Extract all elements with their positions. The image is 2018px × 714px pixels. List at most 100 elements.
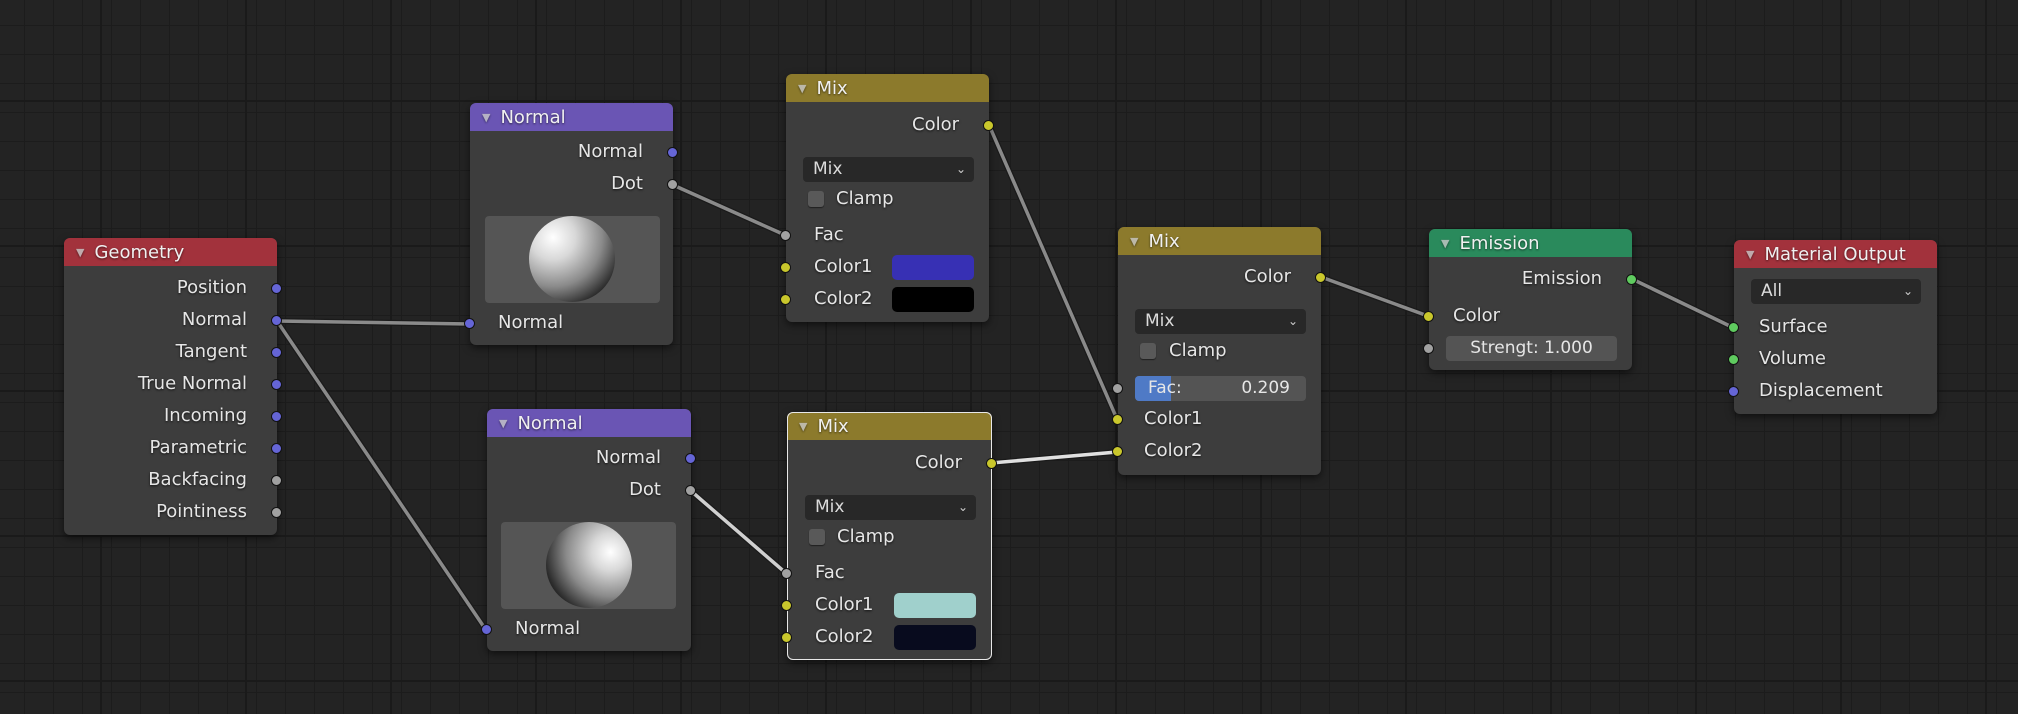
- clamp-checkbox[interactable]: [1140, 343, 1156, 359]
- fac-slider[interactable]: Fac: 0.209: [1135, 376, 1306, 401]
- blend-type-value: Mix: [1145, 311, 1175, 331]
- collapse-triangle-icon[interactable]: ▼: [1441, 237, 1449, 250]
- link-mix-top-color-to-mix-middle-color1[interactable]: [987, 123, 1119, 421]
- socket-position[interactable]: [271, 283, 282, 294]
- color1-swatch[interactable]: [892, 255, 974, 280]
- socket-fac-in[interactable]: [1112, 383, 1123, 394]
- target-dropdown[interactable]: All ⌄: [1751, 279, 1921, 304]
- socket-strength-in[interactable]: [1423, 343, 1434, 354]
- normal-direction-preview[interactable]: [485, 216, 660, 303]
- socket-surface-in[interactable]: [1728, 322, 1739, 333]
- link-normal-bottom-dot-to-mix-bottom-fac[interactable]: [688, 488, 790, 577]
- link-normal-bottom-dot-to-mix-bottom-fac[interactable]: [689, 489, 789, 576]
- socket-fac-in[interactable]: [781, 568, 792, 579]
- link-normal-top-dot-to-mix-top-fac[interactable]: [670, 182, 788, 238]
- link-mix-middle-color-to-emission-color[interactable]: [1318, 274, 1431, 319]
- socket-displacement-in[interactable]: [1728, 386, 1739, 397]
- normal-sphere-widget[interactable]: [529, 216, 615, 302]
- strength-field[interactable]: Strengt: 1.000: [1446, 336, 1617, 361]
- socket-normal-out[interactable]: [685, 453, 696, 464]
- socket-color-out[interactable]: [983, 120, 994, 131]
- collapse-triangle-icon[interactable]: ▼: [1130, 235, 1138, 248]
- color2-swatch[interactable]: [892, 287, 974, 312]
- link-mix-bottom-color-to-mix-middle-color2[interactable]: [988, 449, 1120, 466]
- link-mix-bottom-color-to-mix-middle-color2[interactable]: [989, 450, 1119, 465]
- socket-color2-in[interactable]: [781, 632, 792, 643]
- collapse-triangle-icon[interactable]: ▼: [76, 246, 84, 259]
- socket-pointiness[interactable]: [271, 507, 282, 518]
- socket-color2-in[interactable]: [1112, 446, 1123, 457]
- socket-color1-in[interactable]: [781, 600, 792, 611]
- node-header[interactable]: ▼ Mix: [1118, 227, 1321, 255]
- socket-normal-out[interactable]: [667, 147, 678, 158]
- link-mix-top-color-to-mix-middle-color1[interactable]: [986, 122, 1120, 422]
- input-label-volume: Volume: [1759, 348, 1826, 369]
- socket-normal-in[interactable]: [464, 318, 475, 329]
- collapse-triangle-icon[interactable]: ▼: [499, 417, 507, 430]
- socket-color-in[interactable]: [1423, 311, 1434, 322]
- collapse-triangle-icon[interactable]: ▼: [482, 111, 490, 124]
- normal-direction-preview[interactable]: [501, 522, 676, 609]
- blend-type-dropdown[interactable]: Mix ⌄: [803, 157, 974, 182]
- link-geometry-normal-to-normal-top[interactable]: [274, 318, 473, 327]
- link-emission-to-material-surface[interactable]: [1630, 277, 1736, 330]
- socket-color-out[interactable]: [986, 458, 997, 469]
- socket-normal-in[interactable]: [481, 624, 492, 635]
- socket-color1-in[interactable]: [780, 262, 791, 273]
- socket-backfacing[interactable]: [271, 475, 282, 486]
- normal-sphere-widget[interactable]: [546, 522, 632, 608]
- collapse-triangle-icon[interactable]: ▼: [799, 420, 807, 433]
- collapse-triangle-icon[interactable]: ▼: [1746, 248, 1754, 261]
- socket-color2-in[interactable]: [780, 294, 791, 305]
- socket-emission-out[interactable]: [1626, 274, 1637, 285]
- node-title: Mix: [1148, 230, 1180, 252]
- output-label-incoming: Incoming: [164, 405, 247, 426]
- node-mix-top[interactable]: ▼ Mix Color Mix ⌄ Clamp Fac Color1 Color…: [780, 74, 994, 322]
- node-header[interactable]: ▼ Normal: [487, 409, 691, 437]
- node-normal-top[interactable]: ▼ Normal Normal Dot Normal: [464, 103, 678, 345]
- socket-incoming[interactable]: [271, 411, 282, 422]
- node-header[interactable]: ▼ Emission: [1429, 229, 1632, 257]
- link-geometry-normal-to-normal-bottom[interactable]: [275, 319, 488, 632]
- node-header[interactable]: ▼ Mix: [786, 74, 989, 102]
- output-label-color: Color: [1244, 266, 1291, 287]
- socket-true-normal[interactable]: [271, 379, 282, 390]
- clamp-checkbox[interactable]: [809, 529, 825, 545]
- socket-volume-in[interactable]: [1728, 354, 1739, 365]
- clamp-checkbox[interactable]: [808, 191, 824, 207]
- node-header[interactable]: ▼ Material Output: [1734, 240, 1937, 268]
- socket-fac-in[interactable]: [780, 230, 791, 241]
- socket-parametric[interactable]: [271, 443, 282, 454]
- chevron-down-icon: ⌄: [1902, 284, 1913, 298]
- color1-swatch[interactable]: [894, 593, 976, 618]
- socket-normal[interactable]: [271, 315, 282, 326]
- node-material-output[interactable]: ▼ Material Output All ⌄ Surface Volume D…: [1728, 240, 1937, 414]
- blend-type-dropdown[interactable]: Mix ⌄: [805, 495, 976, 520]
- link-geometry-normal-to-normal-bottom[interactable]: [274, 318, 489, 633]
- input-label-fac: Fac: [815, 562, 845, 583]
- blend-type-dropdown[interactable]: Mix ⌄: [1135, 309, 1306, 334]
- link-emission-to-material-surface[interactable]: [1629, 276, 1737, 331]
- socket-dot-out[interactable]: [685, 485, 696, 496]
- link-mix-middle-color-to-emission-color[interactable]: [1319, 275, 1430, 318]
- node-mix-bottom[interactable]: ▼ Mix Color Mix ⌄ Clamp Fac Color1 Color…: [781, 412, 997, 660]
- socket-dot-out[interactable]: [667, 179, 678, 190]
- socket-color1-in[interactable]: [1112, 414, 1123, 425]
- node-header[interactable]: ▼ Mix: [787, 412, 992, 440]
- output-label-dot: Dot: [629, 479, 661, 500]
- node-emission[interactable]: ▼ Emission Emission Color Strengt: 1.000: [1423, 229, 1637, 370]
- link-normal-top-dot-to-mix-top-fac[interactable]: [671, 183, 787, 237]
- collapse-triangle-icon[interactable]: ▼: [798, 82, 806, 95]
- output-label-position: Position: [176, 277, 247, 298]
- socket-color-out[interactable]: [1315, 272, 1326, 283]
- link-geometry-normal-to-normal-top[interactable]: [275, 319, 472, 326]
- color2-swatch[interactable]: [894, 625, 976, 650]
- node-header[interactable]: ▼ Geometry: [64, 238, 277, 266]
- node-geometry[interactable]: ▼ Geometry Position Normal Tangent True …: [64, 238, 282, 535]
- node-header[interactable]: ▼ Normal: [470, 103, 673, 131]
- node-normal-bottom[interactable]: ▼ Normal Normal Dot Normal: [481, 409, 696, 651]
- socket-tangent[interactable]: [271, 347, 282, 358]
- blend-type-value: Mix: [815, 497, 845, 517]
- node-title: Geometry: [94, 241, 185, 263]
- node-mix-middle[interactable]: ▼ Mix Color Mix ⌄ Clamp Fac: 0.209 Color…: [1112, 227, 1326, 475]
